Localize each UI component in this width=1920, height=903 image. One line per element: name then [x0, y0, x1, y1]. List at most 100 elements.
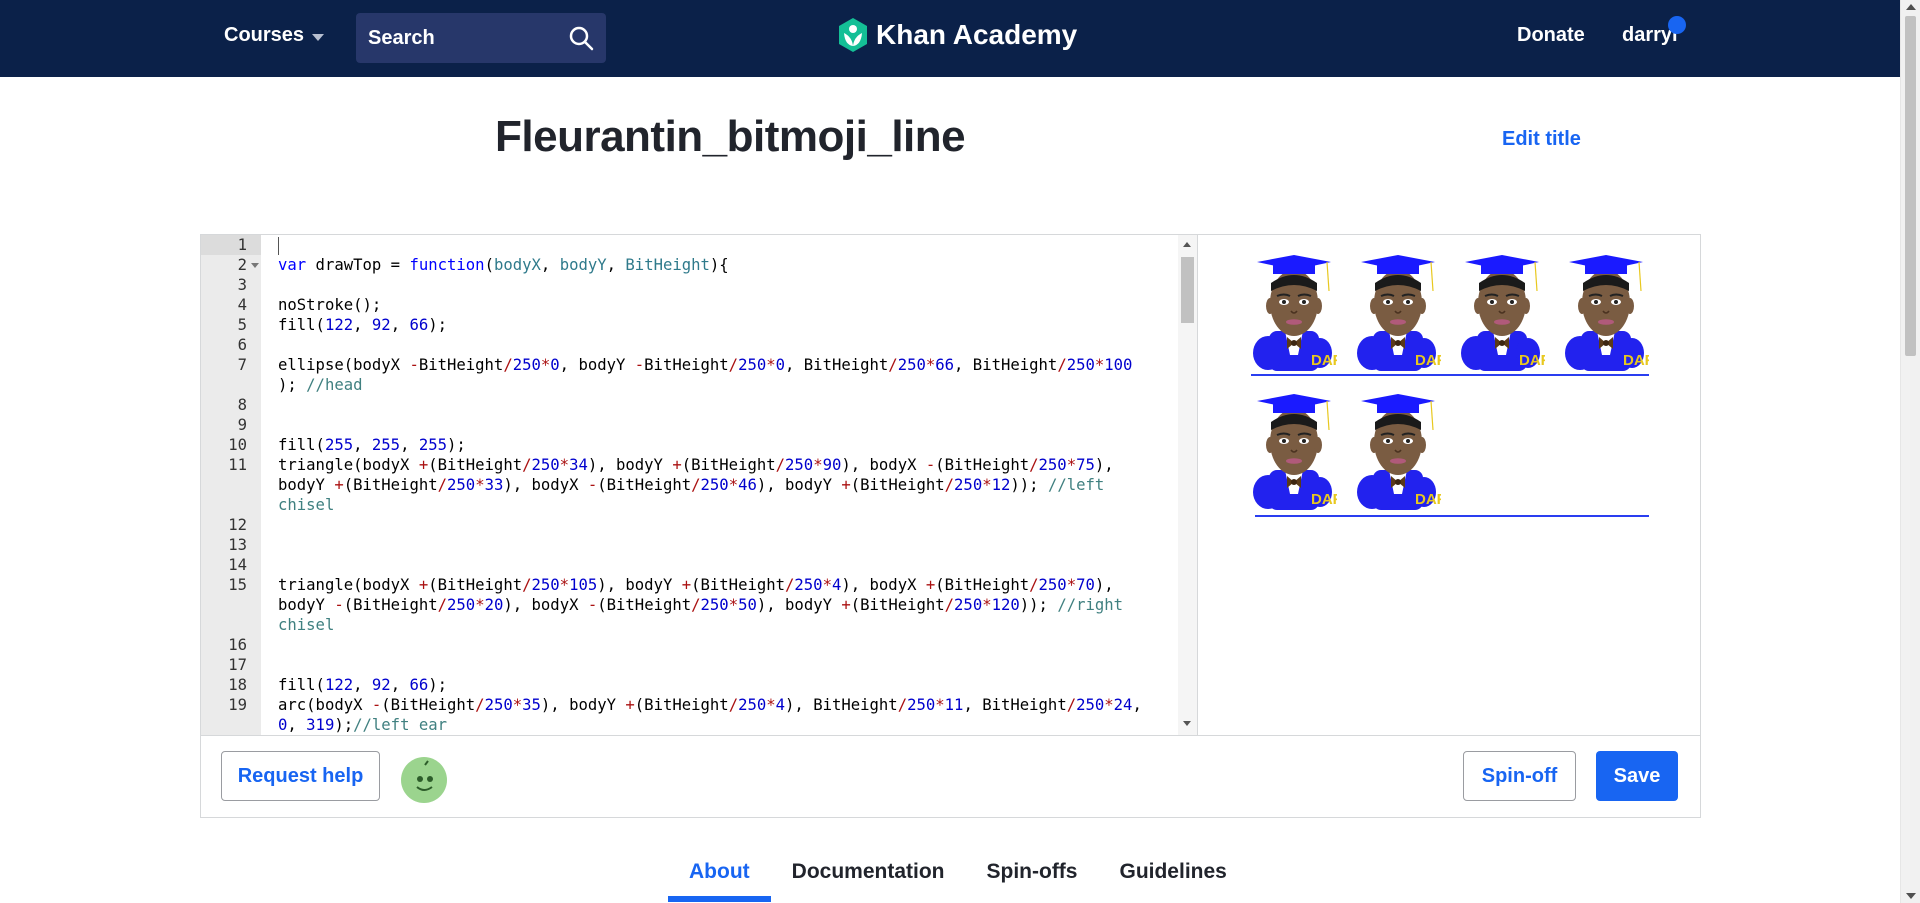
svg-text:DAF: DAF [1311, 491, 1337, 508]
tab-documentation[interactable]: Documentation [771, 846, 966, 902]
tab-about[interactable]: About [668, 846, 771, 902]
code-text[interactable]: ellipse(bodyX -BitHeight/250*0, bodyY -B… [261, 355, 1178, 395]
code-line[interactable]: 4 noStroke(); [201, 295, 1178, 315]
program-tabs: About Documentation Spin-offs Guidelines [668, 846, 1248, 902]
code-line[interactable]: 15 triangle(bodyX +(BitHeight/250*105), b… [201, 575, 1178, 635]
bitmoji-figure: DAF [1563, 253, 1654, 371]
line-number: 15 [228, 576, 247, 594]
code-text[interactable]: var drawTop = function(bodyX, bodyY, Bit… [261, 255, 1178, 275]
line-number: 12 [228, 516, 247, 534]
page-title: Fleurantin_bitmoji_line [495, 112, 966, 161]
code-line[interactable]: 19 arc(bodyX -(BitHeight/250*35), bodyY +… [201, 695, 1178, 735]
svg-text:DAF: DAF [1519, 352, 1545, 369]
code-line[interactable]: 16 [201, 635, 1178, 655]
line-number: 16 [228, 636, 247, 654]
bitmoji-figure: DAF [1251, 392, 1342, 510]
line-number: 17 [228, 656, 247, 674]
code-line[interactable]: 8 [201, 395, 1178, 415]
editor-scroll-up-icon[interactable] [1183, 242, 1191, 247]
code-area[interactable]: 1 2 var drawTop = function(bodyX, bodyY, B… [201, 235, 1178, 735]
courses-label: Courses [224, 24, 305, 46]
line-number: 7 [237, 356, 247, 374]
line-number: 3 [237, 276, 247, 294]
line-number: 2 [201, 255, 261, 275]
program-output-canvas[interactable]: DAF DAF DAF [1199, 235, 1700, 735]
edit-title-link[interactable]: Edit title [1502, 128, 1581, 151]
code-text[interactable]: arc(bodyX -(BitHeight/250*35), bodyY +(B… [261, 695, 1178, 735]
code-line[interactable]: 3 [201, 275, 1178, 295]
search-icon[interactable] [568, 25, 594, 51]
line-number: 18 [228, 676, 247, 694]
tab-guidelines[interactable]: Guidelines [1098, 846, 1247, 902]
code-text[interactable]: triangle(bodyX +(BitHeight/250*105), bod… [261, 575, 1178, 635]
line-number: 11 [228, 456, 247, 474]
ground-line-bottom [1255, 515, 1649, 517]
editor-scrollbar[interactable] [1178, 235, 1197, 735]
chevron-down-icon [312, 33, 325, 41]
khan-leaf-icon [839, 18, 867, 52]
search-input[interactable]: Search [356, 13, 606, 63]
svg-text:DAF: DAF [1415, 352, 1441, 369]
search-placeholder: Search [368, 26, 435, 49]
notification-badge[interactable] [1668, 16, 1686, 34]
spin-off-button[interactable]: Spin-off [1463, 751, 1576, 801]
code-text[interactable] [261, 235, 1178, 255]
line-number: 5 [237, 316, 247, 334]
ground-line-top [1251, 374, 1649, 376]
line-number: 8 [237, 396, 247, 414]
fold-arrow-icon[interactable] [251, 263, 259, 268]
code-line[interactable]: 14 [201, 555, 1178, 575]
line-number: 1 [201, 235, 261, 255]
code-text[interactable]: fill(122, 92, 66); [261, 315, 1178, 335]
code-line[interactable]: 6 [201, 335, 1178, 355]
code-line[interactable]: 9 [201, 415, 1178, 435]
code-text[interactable]: triangle(bodyX +(BitHeight/250*34), body… [261, 455, 1178, 515]
code-line[interactable]: 13 [201, 535, 1178, 555]
svg-text:DAF: DAF [1311, 352, 1337, 369]
page-scrollbar[interactable] [1900, 0, 1920, 903]
bitmoji-figure: DAF [1459, 253, 1550, 371]
bitmoji-figure: DAF [1355, 253, 1446, 371]
line-number: 10 [228, 436, 247, 454]
help-avatar-icon[interactable] [401, 757, 447, 803]
save-button[interactable]: Save [1596, 751, 1678, 801]
page-scrollbar-thumb[interactable] [1905, 16, 1916, 356]
khan-academy-logo[interactable]: Khan Academy [838, 18, 1077, 52]
code-text[interactable]: fill(122, 92, 66); [261, 675, 1178, 695]
logo-text: Khan Academy [876, 19, 1078, 50]
donate-link[interactable]: Donate [1517, 24, 1585, 47]
code-text[interactable]: fill(255, 255, 255); [261, 435, 1178, 455]
code-line[interactable]: 17 [201, 655, 1178, 675]
code-line[interactable]: 11 triangle(bodyX +(BitHeight/250*34), bo… [201, 455, 1178, 515]
bitmoji-figure: DAF [1251, 253, 1342, 371]
tab-spin-offs[interactable]: Spin-offs [966, 846, 1099, 902]
bitmoji-figure: DAF [1355, 392, 1446, 510]
code-line[interactable]: 1 [201, 235, 1178, 255]
line-number: 4 [237, 296, 247, 314]
line-number: 6 [237, 336, 247, 354]
scratchpad-panel: 1 2 var drawTop = function(bodyX, bodyY, B… [200, 234, 1701, 818]
courses-menu-button[interactable]: Courses [224, 24, 325, 47]
line-number: 14 [228, 556, 247, 574]
code-text[interactable]: noStroke(); [261, 295, 1178, 315]
request-help-button[interactable]: Request help [221, 751, 380, 801]
line-number: 19 [228, 696, 247, 714]
code-line[interactable]: 10 fill(255, 255, 255); [201, 435, 1178, 455]
top-navigation-bar: Courses Search Khan Academy Donate darry… [0, 0, 1900, 77]
code-editor[interactable]: 1 2 var drawTop = function(bodyX, bodyY, B… [201, 235, 1198, 735]
editor-scrollbar-thumb[interactable] [1181, 257, 1194, 323]
code-line[interactable]: 12 [201, 515, 1178, 535]
line-number: 13 [228, 536, 247, 554]
smiling-creature-icon [404, 760, 444, 800]
code-line[interactable]: 2 var drawTop = function(bodyX, bodyY, Bi… [201, 255, 1178, 275]
code-line[interactable]: 5 fill(122, 92, 66); [201, 315, 1178, 335]
svg-text:DAF: DAF [1623, 352, 1649, 369]
editor-scroll-down-icon[interactable] [1183, 721, 1191, 726]
scroll-up-arrow-icon[interactable] [1906, 4, 1916, 10]
svg-text:DAF: DAF [1415, 491, 1441, 508]
scroll-down-arrow-icon[interactable] [1906, 893, 1916, 899]
line-number: 9 [237, 416, 247, 434]
code-line[interactable]: 7 ellipse(bodyX -BitHeight/250*0, bodyY -… [201, 355, 1178, 395]
code-line[interactable]: 18 fill(122, 92, 66); [201, 675, 1178, 695]
editor-toolbar: Request help Spin-off Save [201, 735, 1700, 817]
